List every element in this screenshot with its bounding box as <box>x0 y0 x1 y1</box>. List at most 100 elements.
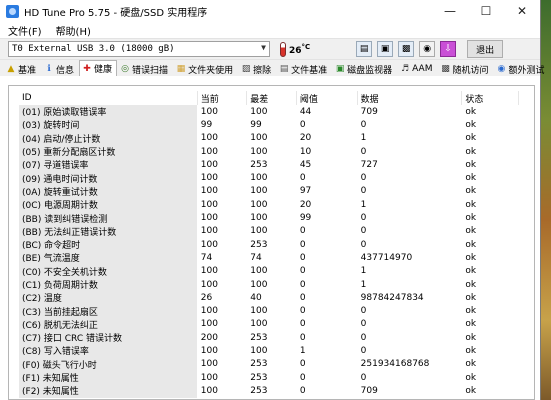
tab-info[interactable]: ℹ 信息 <box>41 61 79 76</box>
menu-help[interactable]: 帮助(H) <box>56 23 91 38</box>
chevron-down-icon[interactable]: ▼ <box>261 43 266 52</box>
table-row[interactable]: (01) 原始读取错误率 100 100 44 709 ok <box>19 105 519 119</box>
tab-random-access[interactable]: ▩ 随机访问 <box>437 61 493 76</box>
cell-data: 98784247834 <box>357 291 463 305</box>
tab-health[interactable]: ✚ 健康 <box>79 60 118 76</box>
copy-info-icon[interactable]: ▤ <box>356 41 373 57</box>
column-header-status[interactable]: 状态 <box>461 91 519 105</box>
table-row[interactable]: (C8) 写入错误率 100 100 1 0 ok <box>19 344 519 358</box>
column-header-threshold[interactable]: 阈值 <box>296 91 358 105</box>
table-row[interactable]: (BB) 无法纠正错误计数 100 100 0 0 ok <box>19 224 519 238</box>
cell-data: 0 <box>357 144 463 159</box>
table-row[interactable]: (05) 重新分配扇区计数 100 100 10 0 ok <box>19 144 519 159</box>
drive-select-value: T0 External USB 3.0 (18000 gB) <box>12 44 175 54</box>
cell-current: 100 <box>197 224 248 238</box>
table-row[interactable]: (07) 寻道错误率 100 253 45 727 ok <box>19 158 519 172</box>
cell-worst: 253 <box>246 370 297 385</box>
cell-worst: 99 <box>246 118 297 132</box>
hdtune-app-icon <box>6 4 19 18</box>
table-row[interactable]: (C2) 温度 26 40 0 98784247834 ok <box>19 291 519 305</box>
table-row[interactable]: (09) 通电时间计数 100 100 0 0 ok <box>19 171 519 185</box>
download-arrow-icon[interactable]: ⇩ <box>440 41 457 57</box>
table-row[interactable]: (04) 启动/停止计数 100 100 20 1 ok <box>19 131 519 145</box>
screenshot-camera-icon[interactable]: ◉ <box>419 41 436 57</box>
menu-file[interactable]: 文件(F) <box>8 23 42 38</box>
cell-threshold: 0 <box>296 224 358 238</box>
cell-id: (01) 原始读取错误率 <box>19 105 198 119</box>
cell-data: 0 <box>357 237 463 252</box>
table-row[interactable]: (F2) 未知属性 100 253 0 709 ok <box>19 384 519 398</box>
cell-threshold: 0 <box>296 237 358 252</box>
cell-current: 74 <box>197 251 248 265</box>
tab-error-scan[interactable]: ◎ 错误扫描 <box>117 61 173 76</box>
cell-worst: 253 <box>246 158 297 172</box>
table-row[interactable]: (0A) 旋转重试计数 100 100 97 0 ok <box>19 184 519 199</box>
cell-threshold: 1 <box>296 344 358 358</box>
cell-threshold: 0 <box>296 251 358 265</box>
temperature-value: 26°C <box>289 42 311 56</box>
tab-file-benchmark[interactable]: ▤ 文件基准 <box>276 61 332 76</box>
cell-data: 0 <box>357 171 463 185</box>
tab-folder-usage[interactable]: ▦ 文件夹使用 <box>173 61 238 76</box>
cell-id: (05) 重新分配扇区计数 <box>19 144 198 159</box>
table-row[interactable]: (F1) 未知属性 100 253 0 0 ok <box>19 370 519 385</box>
table-row[interactable]: (BE) 气流温度 74 74 0 437714970 ok <box>19 251 519 265</box>
drive-select[interactable]: T0 External USB 3.0 (18000 gB) ▼ <box>8 41 270 57</box>
cell-current: 26 <box>197 291 248 305</box>
cell-status: ok <box>461 224 519 238</box>
cell-current: 100 <box>197 317 248 332</box>
cell-status: ok <box>461 251 519 265</box>
table-row[interactable]: (BB) 读到纠错误检测 100 100 99 0 ok <box>19 211 519 225</box>
cell-threshold: 0 <box>296 370 358 385</box>
table-row[interactable]: (C6) 脱机无法纠正 100 100 0 0 ok <box>19 317 519 332</box>
table-row[interactable]: (C3) 当前挂起扇区 100 100 0 0 ok <box>19 304 519 318</box>
column-header-id[interactable]: ID <box>19 91 198 105</box>
tab-erase[interactable]: ▨ 擦除 <box>238 61 276 76</box>
cell-id: (0C) 电源周期计数 <box>19 198 198 212</box>
cell-current: 100 <box>197 144 248 159</box>
maximize-icon[interactable]: ☐ <box>468 0 504 22</box>
extra-tests-icon: ◉ <box>497 64 506 74</box>
table-row[interactable]: (C7) 接口 CRC 错误计数 200 253 0 0 ok <box>19 331 519 345</box>
save-icon[interactable]: ▩ <box>398 41 415 57</box>
cell-status: ok <box>461 370 519 385</box>
minimize-icon[interactable]: — <box>432 0 468 22</box>
table-row[interactable]: (C1) 负荷周期计数 100 100 0 1 ok <box>19 277 519 292</box>
column-header-data[interactable]: 数据 <box>357 91 463 105</box>
tab-disk-monitor[interactable]: ▣ 磁盘监视器 <box>332 61 397 76</box>
cell-status: ok <box>461 317 519 332</box>
cell-id: (BC) 命令超时 <box>19 237 198 252</box>
cell-id: (C6) 脱机无法纠正 <box>19 317 198 332</box>
cell-worst: 100 <box>246 224 297 238</box>
cell-threshold: 20 <box>296 198 358 212</box>
column-header-current[interactable]: 当前 <box>197 91 248 105</box>
table-row[interactable]: (BC) 命令超时 100 253 0 0 ok <box>19 237 519 252</box>
column-header-worst[interactable]: 最差 <box>246 91 297 105</box>
cell-threshold: 45 <box>296 158 358 172</box>
cell-threshold: 0 <box>296 331 358 345</box>
table-row[interactable]: (0C) 电源周期计数 100 100 20 1 ok <box>19 198 519 212</box>
cell-data: 727 <box>357 158 463 172</box>
cell-id: (09) 通电时间计数 <box>19 171 198 185</box>
tab-benchmark[interactable]: ▲ 基准 <box>3 61 41 76</box>
exit-button[interactable]: 退出 <box>467 40 504 58</box>
cell-threshold: 0 <box>296 264 358 278</box>
erase-icon: ▨ <box>241 64 251 74</box>
temperature-display: 26°C <box>280 41 311 57</box>
table-row[interactable]: (03) 旋转时间 99 99 0 0 ok <box>19 118 519 132</box>
table-row[interactable]: (C0) 不安全关机计数 100 100 0 1 ok <box>19 264 519 278</box>
cell-status: ok <box>461 158 519 172</box>
cell-current: 100 <box>197 304 248 318</box>
cell-status: ok <box>461 131 519 145</box>
cell-id: (BB) 无法纠正错误计数 <box>19 224 198 238</box>
close-icon[interactable]: ✕ <box>504 0 540 22</box>
tab-extra-tests[interactable]: ◉ 额外测试 <box>493 61 549 76</box>
cell-current: 100 <box>197 370 248 385</box>
cell-current: 100 <box>197 384 248 398</box>
cell-status: ok <box>461 184 519 199</box>
table-row[interactable]: (F0) 磁头飞行小时 100 253 0 251934168768 ok <box>19 357 519 371</box>
copy-all-icon[interactable]: ▣ <box>377 41 394 57</box>
cell-current: 100 <box>197 184 248 199</box>
tab-aam[interactable]: ♬ AAM <box>397 61 437 76</box>
thermometer-icon <box>280 41 286 57</box>
